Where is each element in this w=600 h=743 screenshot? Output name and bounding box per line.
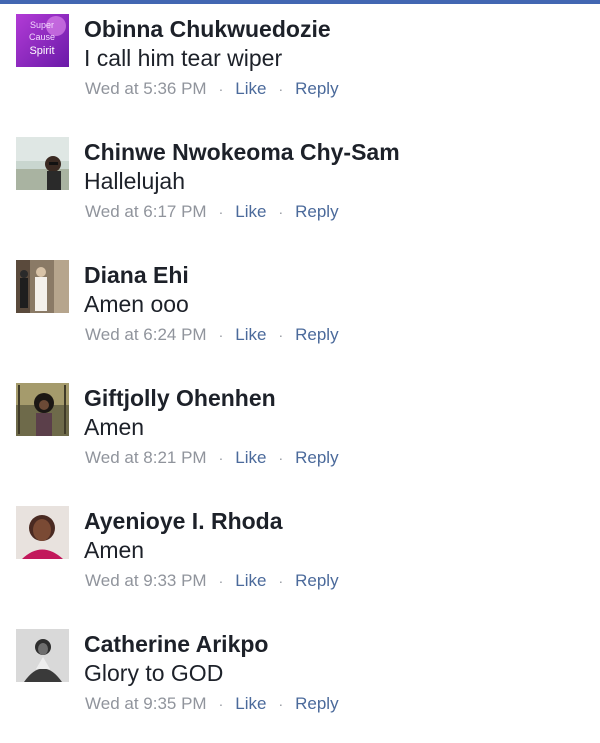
reply-button[interactable]: Reply: [295, 448, 338, 468]
comment-timestamp: Wed at 6:24 PM: [85, 325, 207, 344]
separator-dot: ·: [218, 573, 224, 589]
comment-author[interactable]: Ayenioye I. Rhoda: [84, 508, 283, 535]
like-button[interactable]: Like: [235, 202, 266, 222]
svg-text:Cause: Cause: [29, 32, 55, 42]
comment-meta: Wed at 8:21 PM · Like · Reply: [85, 448, 339, 468]
comment-meta: Wed at 5:36 PM · Like · Reply: [85, 79, 339, 99]
comment-meta: Wed at 9:35 PM · Like · Reply: [85, 694, 339, 714]
separator-dot: ·: [218, 450, 224, 466]
like-button[interactable]: Like: [235, 325, 266, 345]
reply-button[interactable]: Reply: [295, 202, 338, 222]
separator-dot: ·: [218, 696, 224, 712]
comment-item: Ayenioye I. Rhoda Amen Wed at 9:33 PM · …: [0, 494, 600, 604]
comment-text: I call him tear wiper: [84, 45, 283, 71]
comment-author[interactable]: Obinna Chukwuedozie: [84, 16, 331, 43]
comment-text: Glory to GOD: [84, 660, 224, 686]
separator-dot: ·: [278, 327, 284, 343]
separator-dot: ·: [278, 81, 284, 97]
comment-author[interactable]: Chinwe Nwokeoma Chy-Sam: [84, 139, 400, 166]
comment-text: Amen ooo: [84, 291, 189, 317]
svg-text:Spirit: Spirit: [29, 45, 54, 57]
reply-button[interactable]: Reply: [295, 325, 338, 345]
separator-dot: ·: [278, 573, 284, 589]
comment-timestamp: Wed at 5:36 PM: [85, 79, 207, 98]
comment-text: Amen: [84, 537, 145, 563]
comment-item: Diana Ehi Amen ooo Wed at 6:24 PM · Like…: [0, 248, 600, 358]
comment-timestamp: Wed at 6:17 PM: [85, 202, 207, 221]
comment-text: Hallelujah: [84, 168, 186, 194]
comment-item: Catherine Arikpo Glory to GOD Wed at 9:3…: [0, 617, 600, 727]
comment-timestamp: Wed at 9:35 PM: [85, 694, 207, 713]
comment-timestamp: Wed at 8:21 PM: [85, 448, 207, 467]
like-button[interactable]: Like: [235, 571, 266, 591]
avatar[interactable]: [16, 260, 69, 313]
svg-text:Super: Super: [30, 20, 54, 30]
comment-timestamp: Wed at 9:33 PM: [85, 571, 207, 590]
like-button[interactable]: Like: [235, 79, 266, 99]
comment-author[interactable]: Catherine Arikpo: [84, 631, 268, 658]
avatar[interactable]: Super Cause Spirit: [16, 14, 69, 67]
comment-meta: Wed at 6:24 PM · Like · Reply: [85, 325, 339, 345]
separator-dot: ·: [218, 327, 224, 343]
comment-item: Chinwe Nwokeoma Chy-Sam Hallelujah Wed a…: [0, 125, 600, 235]
comment-meta: Wed at 6:17 PM · Like · Reply: [85, 202, 339, 222]
comment-item: Giftjolly Ohenhen Amen Wed at 8:21 PM · …: [0, 371, 600, 481]
avatar[interactable]: [16, 629, 69, 682]
separator-dot: ·: [278, 696, 284, 712]
reply-button[interactable]: Reply: [295, 694, 338, 714]
avatar[interactable]: [16, 506, 69, 559]
separator-dot: ·: [278, 450, 284, 466]
reply-button[interactable]: Reply: [295, 79, 338, 99]
comment-author[interactable]: Diana Ehi: [84, 262, 189, 289]
separator-dot: ·: [218, 81, 224, 97]
comment-author[interactable]: Giftjolly Ohenhen: [84, 385, 276, 412]
separator-dot: ·: [278, 204, 284, 220]
comment-item: Super Cause Spirit Obinna Chukwuedozie I…: [0, 2, 600, 112]
comment-meta: Wed at 9:33 PM · Like · Reply: [85, 571, 339, 591]
like-button[interactable]: Like: [235, 694, 266, 714]
reply-button[interactable]: Reply: [295, 571, 338, 591]
like-button[interactable]: Like: [235, 448, 266, 468]
separator-dot: ·: [218, 204, 224, 220]
avatar[interactable]: [16, 137, 69, 190]
comment-text: Amen: [84, 414, 145, 440]
avatar[interactable]: [16, 383, 69, 436]
